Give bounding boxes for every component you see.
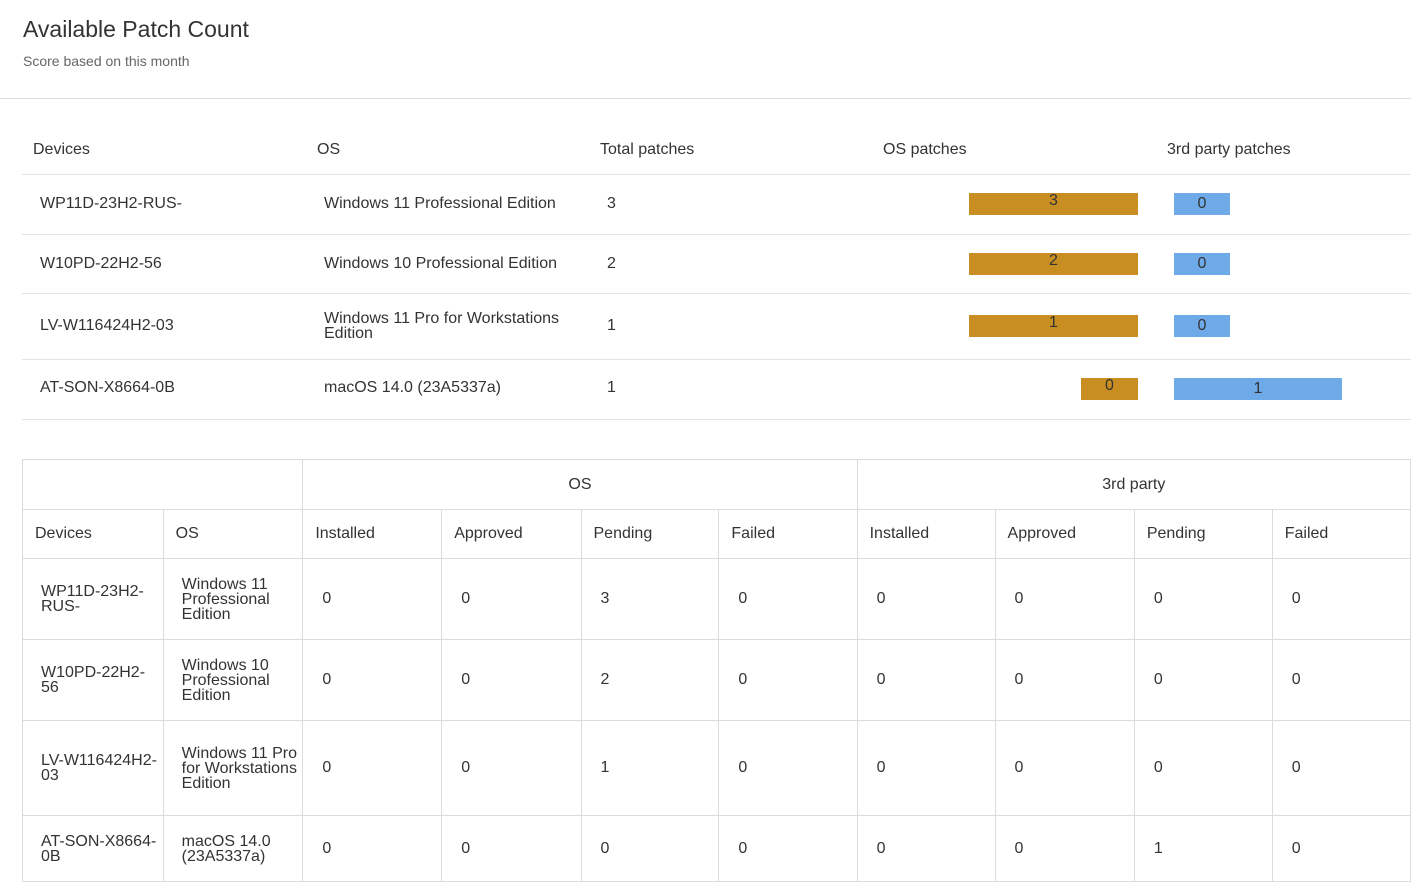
third-party-patches-bar: 1	[1174, 378, 1342, 400]
col-os-installed-header[interactable]: Installed	[302, 509, 443, 559]
col-os-patches-header[interactable]: OS patches	[883, 141, 967, 159]
os-approved-count: 0	[441, 720, 582, 816]
os-approved-count: 0	[441, 639, 582, 721]
3p-approved-count: 0	[994, 815, 1135, 882]
3p-failed-count: 0	[1271, 720, 1411, 816]
device-name[interactable]: W10PD-22H2-56	[40, 255, 162, 273]
os-name: Windows 11 Pro for Workstations Edition	[162, 720, 304, 816]
summary-row[interactable]: AT-SON-X8664-0B macOS 14.0 (23A5337a) 1 …	[22, 360, 1411, 420]
os-name: macOS 14.0 (23A5337a)	[162, 815, 304, 882]
os-patches-bar: 1	[969, 315, 1138, 337]
device-name[interactable]: WP11D-23H2-RUS-	[22, 558, 164, 640]
3p-installed-count: 0	[856, 639, 996, 721]
col-os-header[interactable]: OS	[162, 509, 304, 559]
table-row[interactable]: AT-SON-X8664-0B macOS 14.0 (23A5337a) 0 …	[22, 815, 1411, 882]
summary-row[interactable]: LV-W116424H2-03 Windows 11 Pro for Works…	[22, 294, 1411, 360]
device-name[interactable]: AT-SON-X8664-0B	[40, 379, 175, 397]
col-3p-pending-header[interactable]: Pending	[1133, 509, 1273, 559]
os-approved-count: 0	[441, 815, 582, 882]
device-name[interactable]: WP11D-23H2-RUS-	[40, 195, 182, 213]
3p-pending-count: 1	[1133, 815, 1273, 882]
3p-failed-count: 0	[1271, 815, 1411, 882]
total-patches: 3	[607, 195, 616, 212]
os-name: Windows 11 Pro for Workstations Edition	[324, 310, 560, 342]
3p-failed-count: 0	[1271, 558, 1411, 640]
3p-failed-count: 0	[1271, 639, 1411, 721]
col-os-failed-header[interactable]: Failed	[718, 509, 858, 559]
summary-row[interactable]: WP11D-23H2-RUS- Windows 11 Professional …	[22, 175, 1411, 235]
total-patches: 1	[607, 317, 616, 334]
3p-pending-count: 0	[1133, 720, 1273, 816]
3p-approved-count: 0	[994, 639, 1135, 721]
os-pending-count: 1	[580, 720, 720, 816]
col-os-header[interactable]: OS	[317, 141, 340, 159]
col-third-party-patches-header[interactable]: 3rd party patches	[1167, 141, 1291, 159]
os-name: Windows 10 Professional Edition	[324, 255, 558, 272]
os-group-header: OS	[302, 459, 858, 510]
page-title: Available Patch Count	[23, 16, 249, 42]
col-3p-approved-header[interactable]: Approved	[994, 509, 1135, 559]
os-name: Windows 10 Professional Edition	[162, 639, 304, 721]
3p-installed-count: 0	[856, 815, 996, 882]
total-patches: 2	[607, 255, 616, 272]
table-row[interactable]: LV-W116424H2-03 Windows 11 Pro for Works…	[22, 720, 1411, 816]
3p-approved-count: 0	[994, 558, 1135, 640]
col-3p-installed-header[interactable]: Installed	[856, 509, 996, 559]
col-devices-header[interactable]: Devices	[22, 509, 164, 559]
third-party-group-header: 3rd party	[856, 459, 1411, 510]
col-os-pending-header[interactable]: Pending	[580, 509, 720, 559]
patch-summary-table: Devices OS Total patches OS patches 3rd …	[22, 125, 1411, 420]
device-name[interactable]: LV-W116424H2-03	[40, 317, 174, 335]
3p-pending-count: 0	[1133, 558, 1273, 640]
3p-approved-count: 0	[994, 720, 1135, 816]
col-os-approved-header[interactable]: Approved	[441, 509, 582, 559]
third-party-patches-bar: 0	[1174, 315, 1230, 337]
os-failed-count: 0	[718, 639, 858, 721]
os-installed-count: 0	[302, 639, 443, 721]
summary-header-row: Devices OS Total patches OS patches 3rd …	[22, 125, 1411, 175]
os-approved-count: 0	[441, 558, 582, 640]
3p-pending-count: 0	[1133, 639, 1273, 721]
third-party-patches-bar: 0	[1174, 193, 1230, 215]
total-patches: 1	[607, 379, 616, 396]
os-failed-count: 0	[718, 558, 858, 640]
os-installed-count: 0	[302, 558, 443, 640]
col-devices-header[interactable]: Devices	[33, 141, 90, 159]
page-header: Available Patch Count Score based on thi…	[0, 0, 1411, 99]
device-name[interactable]: AT-SON-X8664-0B	[22, 815, 164, 882]
os-installed-count: 0	[302, 720, 443, 816]
table-row[interactable]: WP11D-23H2-RUS- Windows 11 Professional …	[22, 558, 1411, 640]
os-installed-count: 0	[302, 815, 443, 882]
table-row[interactable]: W10PD-22H2-56 Windows 10 Professional Ed…	[22, 639, 1411, 721]
os-patches-bar: 3	[969, 193, 1138, 215]
os-patches-bar: 2	[969, 253, 1138, 275]
patch-detail-table: OS 3rd party Devices OS Installed Approv…	[21, 459, 1411, 882]
os-pending-count: 0	[580, 815, 720, 882]
os-patches-bar: 0	[1081, 378, 1138, 400]
os-name: macOS 14.0 (23A5337a)	[324, 379, 501, 396]
empty-group-header	[21, 459, 304, 510]
os-failed-count: 0	[718, 720, 858, 816]
col-total-patches-header[interactable]: Total patches	[600, 141, 694, 159]
os-pending-count: 3	[580, 558, 720, 640]
device-name[interactable]: LV-W116424H2-03	[22, 720, 164, 816]
summary-row[interactable]: W10PD-22H2-56 Windows 10 Professional Ed…	[22, 235, 1411, 294]
page-subtitle: Score based on this month	[23, 53, 190, 69]
os-name: Windows 11 Professional Edition	[324, 195, 556, 212]
col-3p-failed-header[interactable]: Failed	[1271, 509, 1411, 559]
3p-installed-count: 0	[856, 558, 996, 640]
3p-installed-count: 0	[856, 720, 996, 816]
device-name[interactable]: W10PD-22H2-56	[22, 639, 164, 721]
third-party-patches-bar: 0	[1174, 253, 1230, 275]
os-pending-count: 2	[580, 639, 720, 721]
os-name: Windows 11 Professional Edition	[162, 558, 304, 640]
os-failed-count: 0	[718, 815, 858, 882]
